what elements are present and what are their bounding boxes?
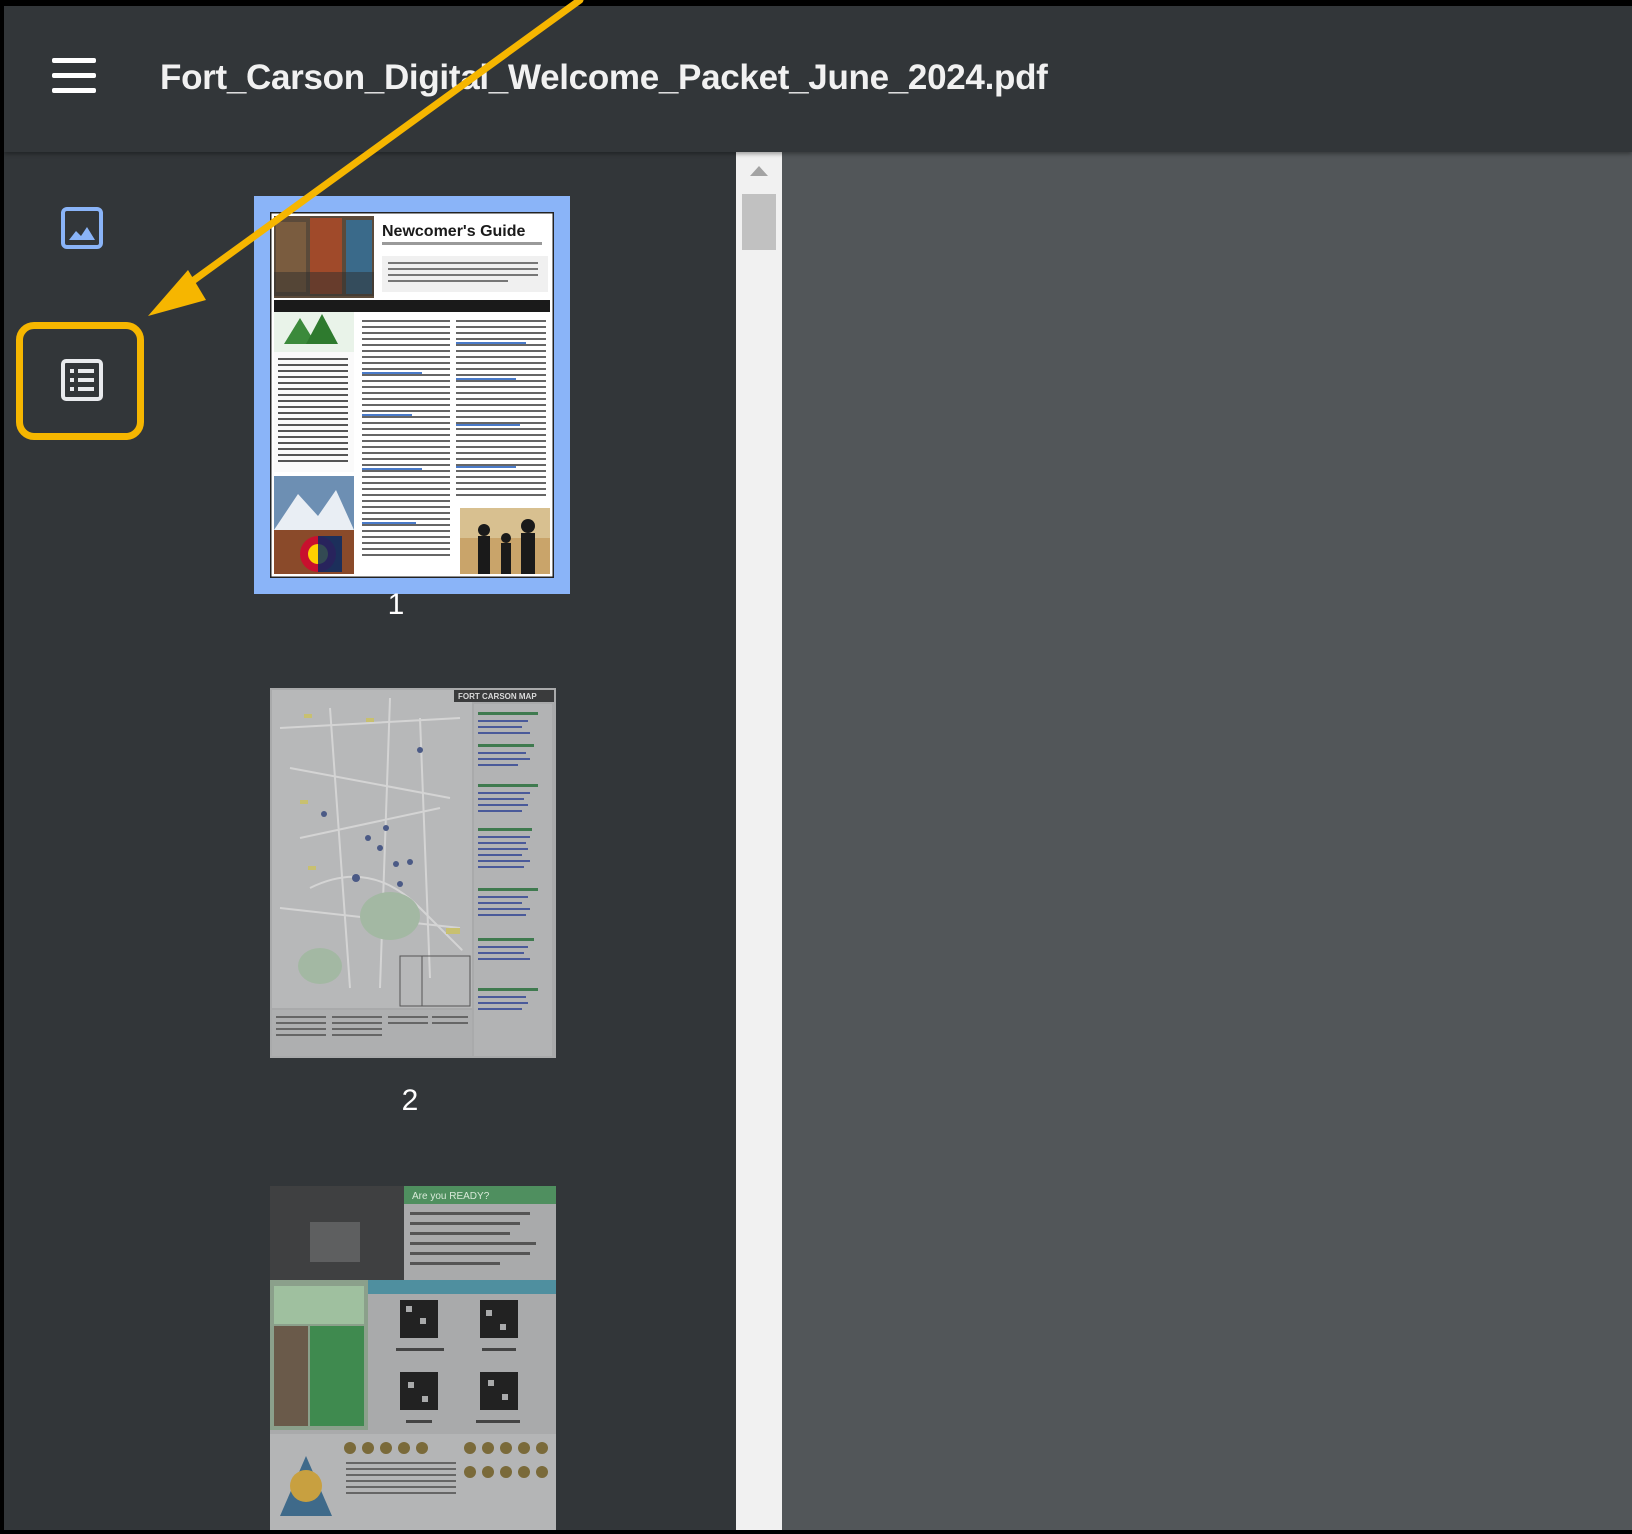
toolbar: Fort_Carson_Digital_Welcome_Packet_June_… <box>4 6 1632 152</box>
document-viewer-area[interactable] <box>782 152 1632 1530</box>
page-2-preview: FORT CARSON MAP <box>270 688 556 1058</box>
document-outline-icon <box>61 359 103 401</box>
document-outline-button[interactable] <box>54 354 110 410</box>
scroll-up-arrow-icon[interactable] <box>750 166 768 176</box>
hamburger-menu-icon[interactable] <box>52 58 98 94</box>
page-number-1: 1 <box>387 588 405 621</box>
page-thumbnail-2[interactable]: FORT CARSON MAP <box>270 688 556 1058</box>
page-3-preview: Are you READY? <box>270 1186 556 1530</box>
sidebar-scrollbar[interactable] <box>736 152 782 1530</box>
thumbnail-view-icon <box>61 207 103 249</box>
page-1-preview: Newcomer's Guide <box>268 210 556 580</box>
page-3-heading: Are you READY? <box>412 1191 490 1202</box>
page-1-heading: Newcomer's Guide <box>382 223 526 240</box>
document-title: Fort_Carson_Digital_Welcome_Packet_June_… <box>160 58 1048 97</box>
pdf-viewer-window: Fort_Carson_Digital_Welcome_Packet_June_… <box>4 6 1632 1530</box>
page-2-heading: FORT CARSON MAP <box>458 692 537 701</box>
sidebar-nav <box>4 152 164 1530</box>
page-thumbnail-3[interactable]: Are you READY? <box>270 1186 556 1530</box>
scrollbar-thumb[interactable] <box>742 194 776 250</box>
page-number-2: 2 <box>401 1084 419 1117</box>
sidebar: Newcomer's Guide 1 FORT CARSON MAP 2 Are… <box>4 152 736 1530</box>
thumbnail-view-button[interactable] <box>54 202 110 258</box>
page-thumbnail-1[interactable]: Newcomer's Guide <box>254 196 570 594</box>
